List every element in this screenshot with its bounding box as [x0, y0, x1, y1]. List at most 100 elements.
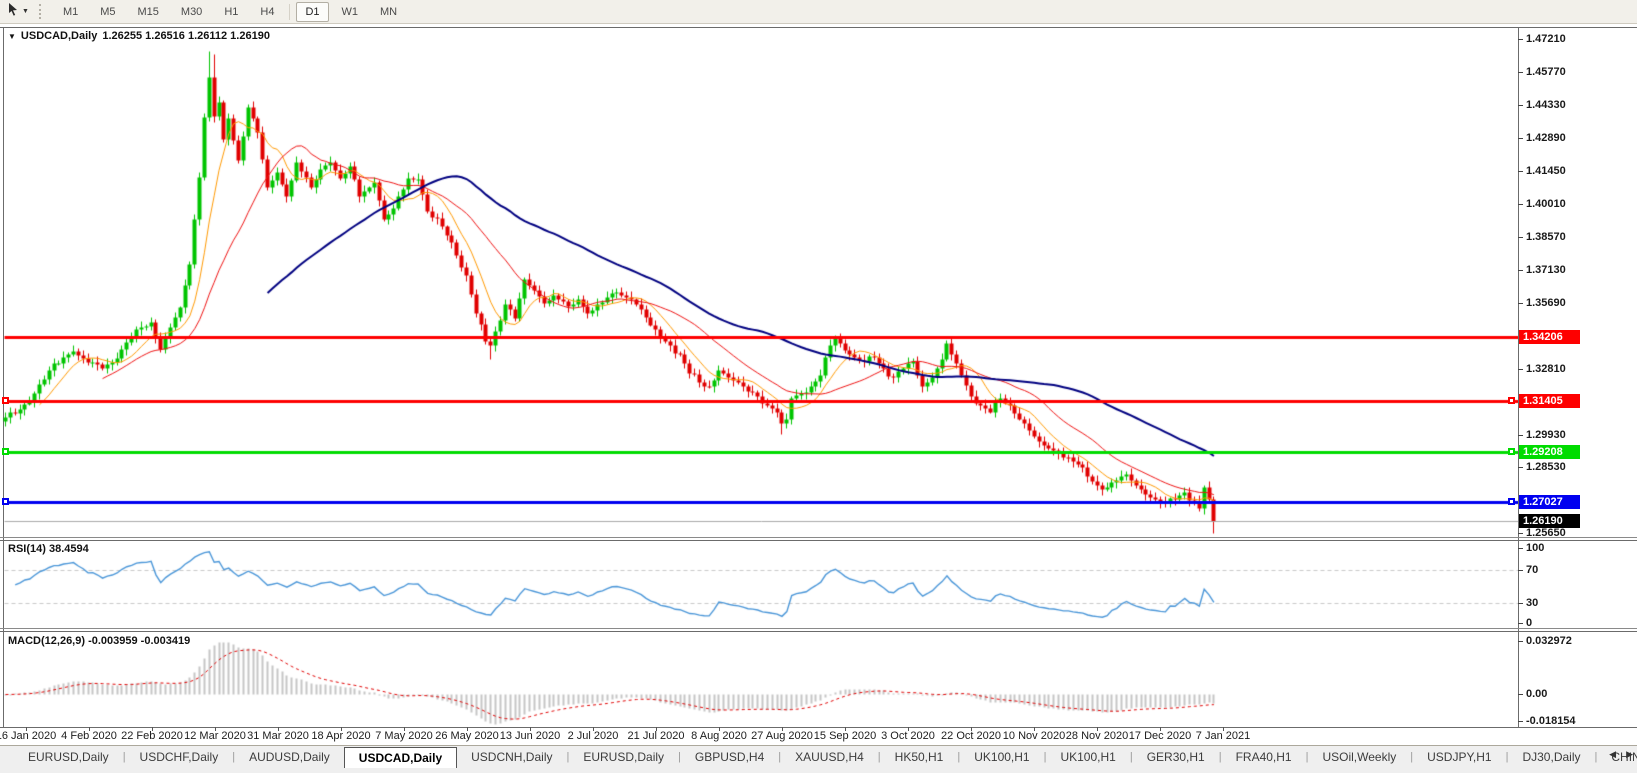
tab-usoil-weekly[interactable]: USOil,Weekly	[1308, 747, 1410, 767]
tab-scroll-left-icon[interactable]: ◀	[1609, 749, 1616, 760]
hline-right-handle[interactable]	[1508, 498, 1515, 505]
tab-usdjpy-h1[interactable]: USDJPY,H1	[1413, 747, 1505, 767]
price-axis-tick: 1.40010	[1526, 198, 1566, 210]
price-axis-tick: 1.32810	[1526, 363, 1566, 375]
time-axis-label: 26 May 2020	[435, 730, 499, 742]
hline-left-handle[interactable]	[2, 448, 9, 455]
hline-price-flag[interactable]: 1.34206	[1519, 330, 1580, 344]
time-axis-label: 13 Jun 2020	[500, 730, 561, 742]
time-axis-label: 15 Sep 2020	[814, 730, 876, 742]
axis-tick-mark	[1518, 435, 1523, 436]
axis-tick-mark	[1518, 39, 1523, 40]
axis-tick-mark	[1518, 171, 1523, 172]
tab-uk100-h1[interactable]: UK100,H1	[960, 747, 1043, 767]
tab-eurusd-daily[interactable]: EURUSD,Daily	[569, 747, 678, 767]
macd-indicator-label: MACD(12,26,9) -0.003959 -0.003419	[8, 635, 190, 647]
axis-tick-mark	[1518, 641, 1523, 642]
chart-title-ohlc: 1.26255 1.26516 1.26112 1.26190	[102, 30, 270, 42]
price-axis-tick: 1.42890	[1526, 132, 1566, 144]
hline-left-handle[interactable]	[2, 397, 9, 404]
rsi-axis-tick: 100	[1526, 542, 1544, 554]
symbol-tabs: EURUSD,Daily|USDCHF,Daily|AUDUSD,DailyUS…	[0, 746, 1637, 768]
time-axis-label: 10 Nov 2020	[1003, 730, 1065, 742]
price-axis-tick: 1.41450	[1526, 165, 1566, 177]
collapse-triangle-icon[interactable]: ▼	[8, 32, 16, 41]
tab-usdchf-daily[interactable]: USDCHF,Daily	[126, 747, 233, 767]
time-axis-label: 7 May 2020	[375, 730, 432, 742]
tab-scroll-right-icon[interactable]: ▶	[1626, 749, 1633, 760]
rsi-axis-tick: 70	[1526, 564, 1538, 576]
price-axis-tick: 1.47210	[1526, 33, 1566, 45]
tab-xauusd-h4[interactable]: XAUUSD,H4	[781, 747, 878, 767]
price-axis-tick: 1.37130	[1526, 264, 1566, 276]
macd-axis-tick: 0.032972	[1526, 635, 1572, 647]
tab-hk50-h1[interactable]: HK50,H1	[881, 747, 958, 767]
mt4-chart-window: ▼ M1M5M15M30H1H4D1W1MN ▼ USDCAD,Daily 1.…	[0, 0, 1637, 772]
axis-tick-mark	[1518, 548, 1523, 549]
axis-tick-mark	[1518, 603, 1523, 604]
time-axis-label: 2 Jul 2020	[568, 730, 619, 742]
time-axis-label: 18 Apr 2020	[311, 730, 370, 742]
price-axis-tick: 1.29930	[1526, 429, 1566, 441]
axis-tick-mark	[1518, 694, 1523, 695]
axis-tick-mark	[1518, 467, 1523, 468]
chart-title-symbol: USDCAD,Daily	[21, 30, 97, 42]
tab-dj30-daily[interactable]: DJ30,Daily	[1508, 747, 1594, 767]
hline-price-flag[interactable]: 1.27027	[1519, 495, 1580, 509]
price-axis-tick: 1.28530	[1526, 461, 1566, 473]
axis-tick-mark	[1518, 570, 1523, 571]
axis-tick-mark	[1518, 369, 1523, 370]
axis-tick-mark	[1518, 623, 1523, 624]
time-axis-label: 7 Jan 2021	[1196, 730, 1250, 742]
tab-fra40-h1[interactable]: FRA40,H1	[1222, 747, 1306, 767]
macd-axis-tick: 0.00	[1526, 688, 1547, 700]
chart-title: ▼ USDCAD,Daily 1.26255 1.26516 1.26112 1…	[8, 30, 270, 42]
time-axis-label: 22 Oct 2020	[941, 730, 1001, 742]
tab-audusd-daily[interactable]: AUDUSD,Daily	[235, 747, 344, 767]
price-axis-tick: 1.38570	[1526, 231, 1566, 243]
tab-ger30-h1[interactable]: GER30,H1	[1133, 747, 1219, 767]
rsi-indicator-label: RSI(14) 38.4594	[8, 543, 89, 555]
rsi-axis-tick: 0	[1526, 617, 1532, 629]
time-axis-label: 4 Feb 2020	[61, 730, 117, 742]
time-axis-label: 12 Mar 2020	[184, 730, 246, 742]
tab-scroll-controls: ◀ ▶	[1609, 749, 1633, 760]
tab-gbpusd-h4[interactable]: GBPUSD,H4	[681, 747, 778, 767]
tab-usdcad-daily[interactable]: USDCAD,Daily	[344, 747, 457, 768]
macd-axis-tick: -0.018154	[1526, 715, 1576, 727]
axis-tick-mark	[1518, 533, 1523, 534]
time-axis-label: 21 Jul 2020	[628, 730, 685, 742]
tab-eurusd-daily[interactable]: EURUSD,Daily	[14, 747, 123, 767]
hline-right-handle[interactable]	[1508, 397, 1515, 404]
time-axis-label: 27 Aug 2020	[751, 730, 813, 742]
hline-left-handle[interactable]	[2, 498, 9, 505]
axis-tick-mark	[1518, 303, 1523, 304]
axis-tick-mark	[1518, 138, 1523, 139]
price-chart-canvas[interactable]	[0, 0, 1518, 772]
axis-tick-mark	[1518, 237, 1523, 238]
hline-right-handle[interactable]	[1508, 448, 1515, 455]
axis-tick-mark	[1518, 270, 1523, 271]
price-axis-tick: 1.44330	[1526, 99, 1566, 111]
axis-tick-mark	[1518, 204, 1523, 205]
price-axis-tick: 1.35690	[1526, 297, 1566, 309]
time-axis-label: 3 Oct 2020	[881, 730, 935, 742]
axis-tick-mark	[1518, 72, 1523, 73]
tab-usdcnh-daily[interactable]: USDCNH,Daily	[457, 747, 566, 767]
rsi-axis-tick: 30	[1526, 597, 1538, 609]
price-axis-tick: 1.45770	[1526, 66, 1566, 78]
tab-uk100-h1[interactable]: UK100,H1	[1046, 747, 1129, 767]
hline-price-flag[interactable]: 1.29208	[1519, 445, 1580, 459]
time-axis-label: 22 Feb 2020	[121, 730, 183, 742]
time-axis-label: 31 Mar 2020	[247, 730, 309, 742]
axis-tick-mark	[1518, 105, 1523, 106]
time-axis-label: 17 Dec 2020	[1129, 730, 1191, 742]
hline-price-flag[interactable]: 1.31405	[1519, 394, 1580, 408]
price-axis-tick: 1.25650	[1526, 527, 1566, 539]
time-axis-label: 16 Jan 2020	[0, 730, 56, 742]
symbol-tab-bar: EURUSD,Daily|USDCHF,Daily|AUDUSD,DailyUS…	[0, 745, 1637, 773]
time-axis-label: 8 Aug 2020	[691, 730, 747, 742]
current-price-flag: 1.26190	[1519, 514, 1580, 528]
axis-tick-mark	[1518, 721, 1523, 722]
time-axis-label: 28 Nov 2020	[1066, 730, 1128, 742]
